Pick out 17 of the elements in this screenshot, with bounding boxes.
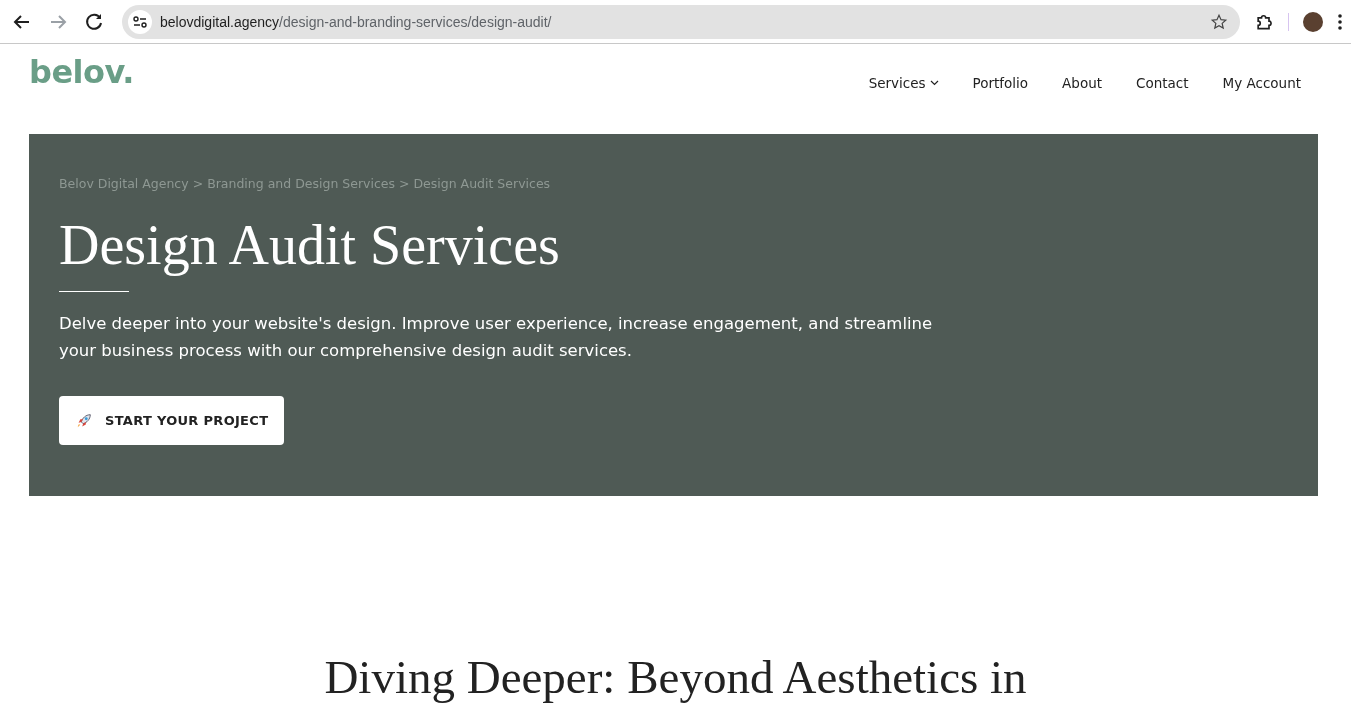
nav-link[interactable]: My Account bbox=[1222, 75, 1301, 91]
nav-link[interactable]: Portfolio bbox=[972, 75, 1029, 91]
page-title: Design Audit Services bbox=[59, 213, 561, 277]
avatar-icon[interactable] bbox=[1303, 11, 1323, 32]
site-settings-icon[interactable] bbox=[132, 13, 148, 30]
breadcrumb-separator: > bbox=[192, 176, 204, 191]
nav-link[interactable]: About bbox=[1062, 75, 1103, 91]
hero-description: Delve deeper into your website's design. Improve user experience, increase engagement, and streamline your business process with our comprehensive design audit services. bbox=[59, 313, 934, 362]
nav-link[interactable]: Contact bbox=[1136, 75, 1189, 91]
breadcrumb-separator: > bbox=[399, 176, 410, 191]
star-icon[interactable] bbox=[1210, 12, 1228, 31]
nav-link[interactable]: Services bbox=[868, 75, 939, 91]
section-heading: Diving Deeper: Beyond Aesthetics in bbox=[323, 650, 1028, 705]
start-project-button[interactable]: START YOUR PROJECT bbox=[59, 396, 285, 445]
address-bar[interactable]: belovdigital.agency/design-and-branding-services/design-audit/ bbox=[122, 4, 1240, 39]
url-text: belovdigital.agency/design-and-branding-services/design-audit/ bbox=[160, 13, 553, 30]
menu-icon[interactable] bbox=[1337, 12, 1343, 31]
